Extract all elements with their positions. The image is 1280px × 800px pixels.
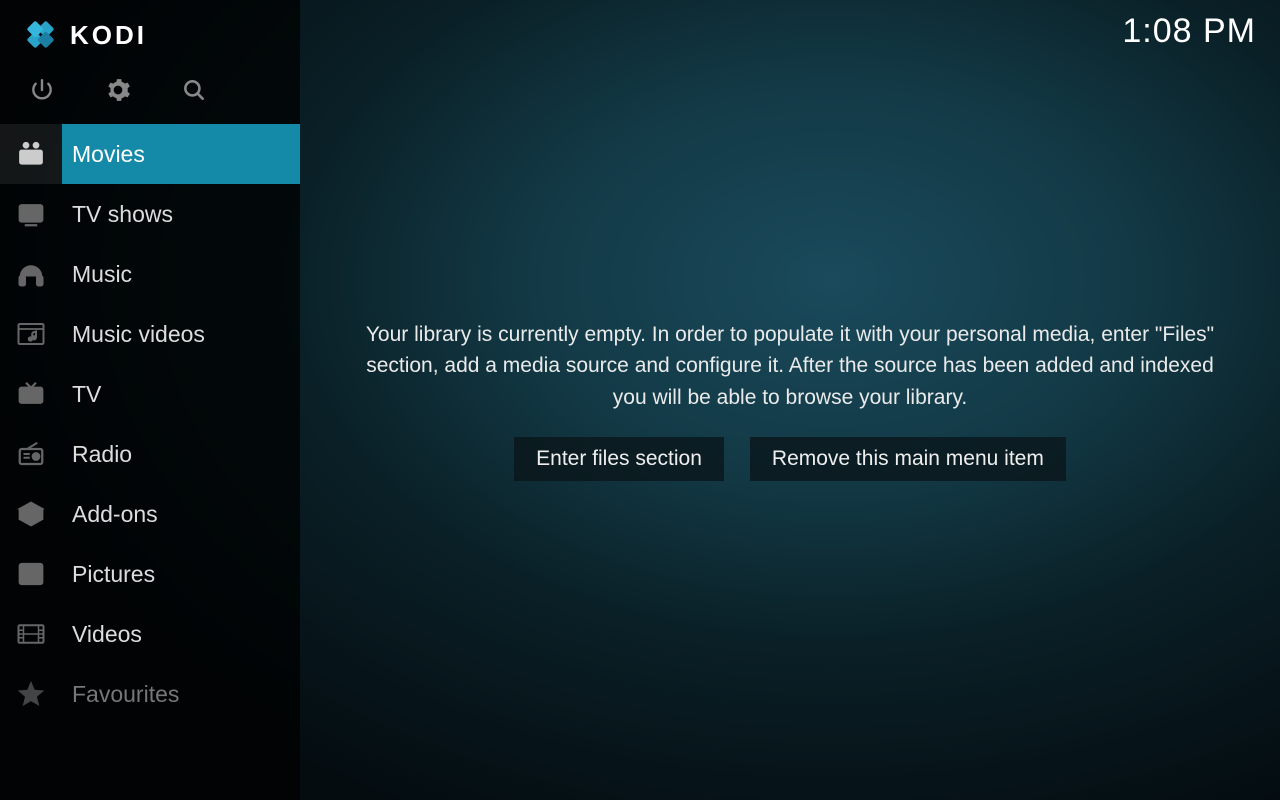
- sidebar-item-label: Music: [72, 261, 132, 288]
- app-title: KODI: [70, 20, 147, 51]
- sidebar-item-pictures[interactable]: Pictures: [0, 544, 300, 604]
- gear-icon[interactable]: [104, 76, 132, 104]
- tvshows-icon: [0, 199, 62, 229]
- sidebar-item-addons[interactable]: Add-ons: [0, 484, 300, 544]
- sidebar-item-movies[interactable]: Movies: [0, 124, 300, 184]
- search-icon[interactable]: [180, 76, 208, 104]
- videos-icon: [0, 619, 62, 649]
- sidebar-item-videos[interactable]: Videos: [0, 604, 300, 664]
- sidebar-item-label: Videos: [72, 621, 142, 648]
- kodi-logo-icon: [24, 18, 58, 52]
- main-content: Your library is currently empty. In orde…: [300, 0, 1280, 800]
- sidebar-item-musicvideos[interactable]: Music videos: [0, 304, 300, 364]
- music-icon: [0, 259, 62, 289]
- sidebar-item-tv[interactable]: TV: [0, 364, 300, 424]
- sidebar-item-label: Favourites: [72, 681, 179, 708]
- system-buttons: [0, 62, 300, 124]
- sidebar-item-radio[interactable]: Radio: [0, 424, 300, 484]
- sidebar-item-label: Pictures: [72, 561, 155, 588]
- logo[interactable]: KODI: [0, 0, 300, 62]
- sidebar-item-favourites[interactable]: Favourites: [0, 664, 300, 724]
- empty-library-message: Your library is currently empty. In orde…: [350, 319, 1230, 414]
- sidebar-item-label: Movies: [72, 141, 145, 168]
- sidebar-item-tvshows[interactable]: TV shows: [0, 184, 300, 244]
- tv-icon: [0, 379, 62, 409]
- sidebar-item-label: Music videos: [72, 321, 205, 348]
- musicvideos-icon: [0, 319, 62, 349]
- sidebar-item-label: TV: [72, 381, 101, 408]
- radio-icon: [0, 439, 62, 469]
- power-icon[interactable]: [28, 76, 56, 104]
- addons-icon: [0, 499, 62, 529]
- sidebar-item-label: TV shows: [72, 201, 173, 228]
- remove-menu-item-button[interactable]: Remove this main menu item: [750, 437, 1066, 481]
- enter-files-button[interactable]: Enter files section: [514, 437, 724, 481]
- main-menu: Movies TV shows Music Music videos TV: [0, 124, 300, 724]
- movies-icon: [0, 124, 62, 184]
- action-buttons: Enter files section Remove this main men…: [514, 437, 1066, 481]
- sidebar: KODI Movies: [0, 0, 300, 800]
- sidebar-item-label: Radio: [72, 441, 132, 468]
- pictures-icon: [0, 559, 62, 589]
- sidebar-item-music[interactable]: Music: [0, 244, 300, 304]
- sidebar-item-label: Add-ons: [72, 501, 158, 528]
- favourites-icon: [0, 679, 62, 709]
